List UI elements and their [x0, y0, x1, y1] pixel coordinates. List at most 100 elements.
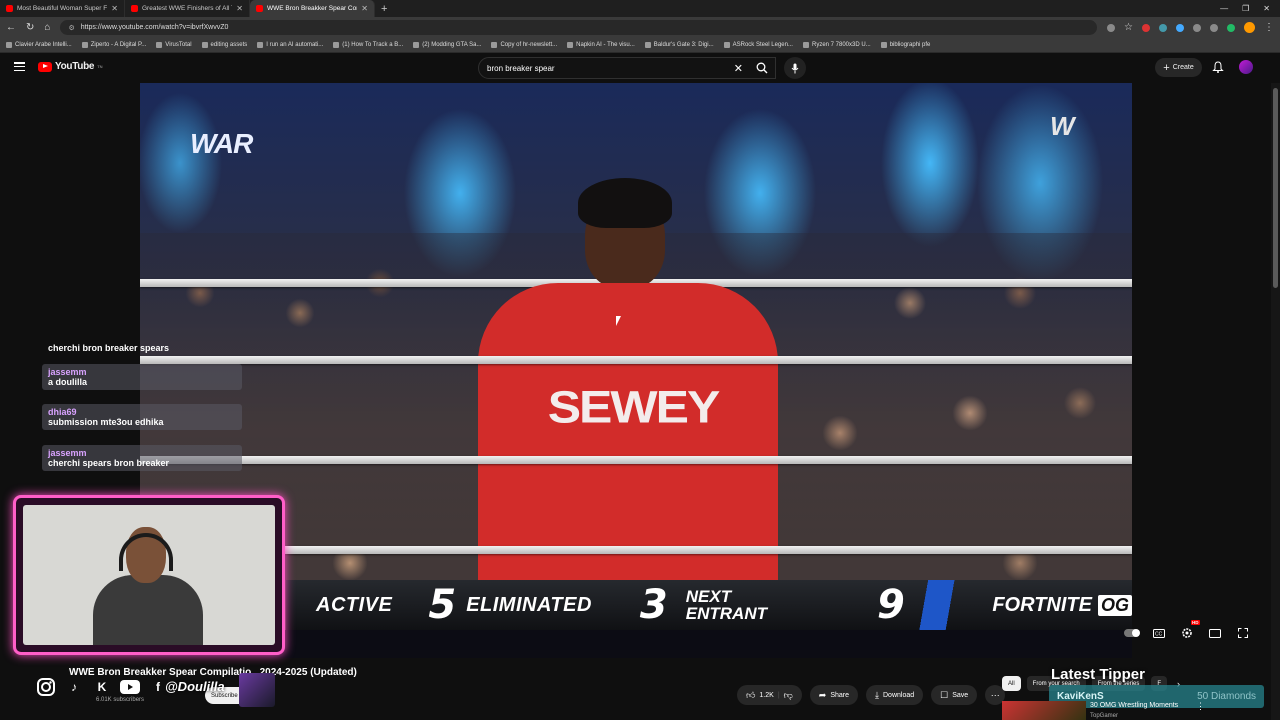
- bookmark-folder[interactable]: bibliographi pfe: [880, 42, 930, 48]
- voice-search-button[interactable]: [784, 57, 806, 79]
- close-window-icon[interactable]: ✕: [1263, 4, 1270, 13]
- mouse-cursor-icon: [616, 316, 621, 326]
- profile-avatar[interactable]: [1244, 22, 1255, 33]
- back-icon[interactable]: ←: [6, 22, 16, 33]
- search-button[interactable]: [748, 57, 776, 79]
- youtube-play-icon: [38, 61, 52, 72]
- latest-tipper-title: Latest Tipper: [1051, 666, 1145, 683]
- account-avatar[interactable]: [1239, 60, 1253, 74]
- next-entrant-number: 9: [876, 582, 905, 628]
- chat-message: cherchi bron breaker spears: [48, 343, 170, 353]
- chip-all[interactable]: All: [1002, 676, 1021, 691]
- social-links: ♪ K f: [34, 675, 170, 699]
- search-input[interactable]: bron breaker spear ✕: [478, 57, 776, 79]
- chat-entry: jassemm a doulilla: [42, 364, 242, 390]
- reload-icon[interactable]: ↻: [26, 22, 34, 33]
- bookmark-item[interactable]: (2) Modding GTA Sa...: [413, 42, 481, 48]
- download-button[interactable]: ⤓ Download: [866, 685, 924, 705]
- recommended-video-thumbnail[interactable]: [1002, 701, 1086, 720]
- captions-icon[interactable]: CC: [1152, 626, 1166, 640]
- eliminated-label: ELIMINATED: [466, 593, 592, 616]
- youtube-logo[interactable]: YouTube TN: [38, 61, 103, 72]
- site-info-icon[interactable]: ⚙: [68, 24, 74, 32]
- chat-entry: jassemm cherchi spears bron breaker: [42, 445, 242, 471]
- fullscreen-icon[interactable]: [1236, 626, 1250, 640]
- save-button[interactable]: ☐ Save: [931, 685, 978, 705]
- svg-text:CC: CC: [1155, 631, 1163, 637]
- ring-rope: [140, 356, 1132, 364]
- bookmark-item[interactable]: I run an AI automati...: [257, 42, 323, 48]
- chat-username: jassemm: [48, 448, 87, 458]
- extension-icon[interactable]: [1142, 23, 1150, 32]
- streamer-handle: @Doulilla: [165, 679, 225, 694]
- ring-rope: [140, 546, 1132, 554]
- browser-tab-3[interactable]: WWE Bron Breakker Spear Compi ✕: [250, 0, 375, 17]
- thumbs-down-icon[interactable]: 👎︎: [784, 690, 793, 701]
- tab-title: Most Beautiful Woman Super Fin: [17, 5, 108, 12]
- recommended-video-title[interactable]: 30 OMG Wrestling Moments: [1090, 702, 1178, 709]
- recommended-video-menu-icon[interactable]: ⋮: [1196, 701, 1205, 712]
- extension-icon[interactable]: [1107, 23, 1116, 32]
- plus-icon: +: [1163, 61, 1170, 74]
- theater-mode-icon[interactable]: [1208, 626, 1222, 640]
- bookmark-item[interactable]: Copy of hr-newslett...: [491, 42, 557, 48]
- url-field[interactable]: ⚙ https://www.youtube.com/watch?v=ibvrfX…: [60, 20, 1098, 35]
- streamer-body: [93, 575, 203, 645]
- microphone-icon: [791, 63, 799, 73]
- browser-menu-icon[interactable]: ⋮: [1264, 22, 1274, 33]
- bookmark-item[interactable]: Baldur's Gate 3: Digi...: [644, 42, 714, 48]
- tab-title: WWE Bron Breakker Spear Compi: [267, 5, 358, 12]
- settings-gear-icon[interactable]: HD: [1180, 620, 1200, 640]
- extension-icon[interactable]: [1159, 23, 1167, 32]
- chat-message: a doulilla: [48, 377, 88, 387]
- kick-icon: K: [97, 680, 107, 694]
- wwe-logo: W: [1050, 111, 1075, 141]
- bookmark-item[interactable]: (1) How To Track a B...: [333, 42, 403, 48]
- browser-tab-1[interactable]: Most Beautiful Woman Super Fin ✕: [0, 0, 125, 17]
- minimize-icon[interactable]: —: [1220, 4, 1228, 13]
- scrollbar-thumb[interactable]: [1273, 88, 1278, 288]
- bookmark-folder[interactable]: editing assets: [201, 42, 247, 48]
- search-query-text: bron breaker spear: [487, 63, 555, 73]
- fortnite-brand: FORTNITE OG: [992, 594, 1132, 617]
- clear-search-icon[interactable]: ✕: [734, 62, 743, 75]
- bookmark-item[interactable]: Ziperto - A Digital P...: [81, 42, 146, 48]
- extension-icon[interactable]: [1176, 23, 1184, 32]
- video-player[interactable]: WAR W SEWEY: [140, 83, 1132, 658]
- create-button[interactable]: + Create: [1155, 58, 1202, 77]
- home-icon[interactable]: ⌂: [44, 22, 50, 33]
- new-tab-button[interactable]: +: [375, 3, 393, 15]
- ring-rope: [140, 456, 1132, 464]
- bookmark-item[interactable]: Ryzen 7 7800x3D U...: [802, 42, 871, 48]
- extension-toolbar: ☆ ⋮: [1107, 22, 1274, 33]
- extension-icon[interactable]: [1193, 23, 1201, 32]
- chat-username: dhia69: [48, 407, 77, 417]
- share-icon: ➦: [818, 689, 827, 700]
- bookmark-item[interactable]: Clavier Arabe Intelli...: [6, 42, 72, 48]
- bookmark-item[interactable]: VirusTotal: [156, 42, 192, 48]
- bookmark-star-icon[interactable]: ☆: [1124, 22, 1133, 33]
- extension-icon[interactable]: [1227, 23, 1235, 32]
- page-scrollbar[interactable]: [1271, 83, 1280, 720]
- notifications-bell-icon[interactable]: [1212, 61, 1224, 73]
- hamburger-menu-icon[interactable]: [14, 62, 25, 71]
- window-controls: — ❐ ✕: [1220, 4, 1280, 13]
- download-icon: ⤓: [875, 689, 879, 700]
- bookmark-item[interactable]: Napkin AI - The visu...: [567, 42, 635, 48]
- close-tab-icon[interactable]: ✕: [236, 4, 243, 13]
- hd-badge: HD: [1190, 620, 1200, 625]
- webcam-overlay: [13, 495, 285, 655]
- maximize-icon[interactable]: ❐: [1242, 4, 1249, 13]
- close-tab-icon[interactable]: ✕: [111, 4, 118, 13]
- bookmark-item[interactable]: ASRock Steel Legen...: [723, 42, 793, 48]
- autoplay-toggle[interactable]: [1124, 626, 1140, 640]
- recommended-video-channel[interactable]: TopGamer: [1090, 713, 1118, 719]
- close-tab-icon[interactable]: ✕: [361, 4, 368, 13]
- share-button[interactable]: ➦ Share: [809, 685, 859, 705]
- chat-username: jassemm: [48, 367, 87, 377]
- like-button[interactable]: 👍︎ 1.2K | 👎︎: [737, 685, 802, 705]
- tab-favicon-icon: [131, 5, 138, 12]
- chat-entry: dhia69 submission mte3ou edhika: [42, 404, 242, 430]
- extension-icon[interactable]: [1210, 23, 1218, 32]
- browser-tab-2[interactable]: Greatest WWE Finishers of All Tim ✕: [125, 0, 250, 17]
